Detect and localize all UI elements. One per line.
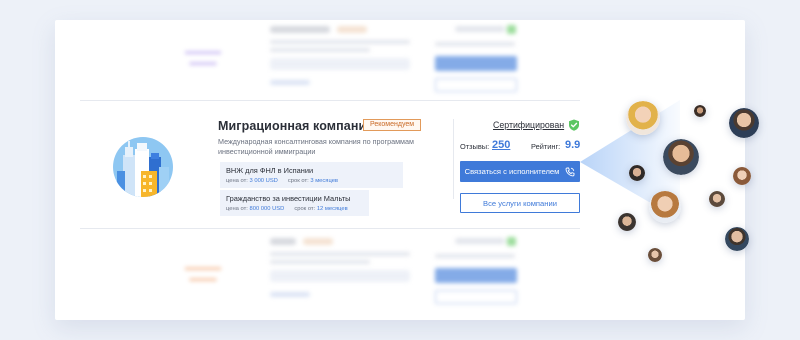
recommended-badge: Рекомендуем bbox=[363, 119, 422, 131]
avatar bbox=[733, 167, 751, 185]
column-divider bbox=[453, 119, 454, 199]
contact-button-label: Связаться с исполнителем bbox=[464, 167, 560, 176]
divider-bottom bbox=[80, 228, 580, 229]
city-buildings-icon bbox=[113, 137, 173, 197]
service-item[interactable]: Гражданство за инвестиции Мальты цена от… bbox=[220, 190, 369, 216]
service-title: ВНЖ для ФНЛ в Испании bbox=[226, 166, 314, 175]
company-title: Миграционная компания bbox=[218, 119, 374, 133]
blurred-logo-bottom: ▬▬▬▬ ▬▬▬ bbox=[185, 262, 221, 283]
avatar bbox=[709, 191, 725, 207]
avatar bbox=[629, 165, 645, 181]
service-title: Гражданство за инвестиции Мальты bbox=[226, 194, 351, 203]
blurred-card-top: ▬▬▬▬ ▬▬▬ bbox=[55, 20, 745, 98]
avatar bbox=[648, 248, 662, 262]
company-description: Международная консалтинговая компания по… bbox=[218, 137, 414, 156]
avatar bbox=[663, 139, 699, 175]
avatar bbox=[725, 227, 749, 251]
divider-top bbox=[80, 100, 580, 101]
reviews-label: Отзывы: bbox=[460, 142, 490, 151]
service-price: цена от: 800 000 USD срок от: 12 месяцев bbox=[226, 206, 348, 212]
blurred-logo-top: ▬▬▬▬ ▬▬▬ bbox=[185, 46, 221, 67]
avatar bbox=[694, 105, 706, 117]
avatar bbox=[649, 191, 681, 223]
certified-link[interactable]: Сертифицирован bbox=[493, 120, 564, 130]
service-item[interactable]: ВНЖ для ФНЛ в Испании цена от: 3 000 USD… bbox=[220, 162, 403, 188]
all-services-button[interactable]: Все услуги компании bbox=[460, 193, 580, 213]
rating-label: Рейтинг: bbox=[531, 142, 561, 151]
blurred-card-bottom: ▬▬▬▬ ▬▬▬ bbox=[55, 232, 745, 310]
avatar bbox=[618, 213, 636, 231]
contact-button[interactable]: Связаться с исполнителем bbox=[460, 161, 580, 182]
service-price: цена от: 3 000 USD срок от: 3 месяцев bbox=[226, 178, 338, 184]
avatar bbox=[626, 101, 660, 135]
avatar bbox=[729, 108, 759, 138]
reviews-count[interactable]: 250 bbox=[492, 139, 510, 151]
